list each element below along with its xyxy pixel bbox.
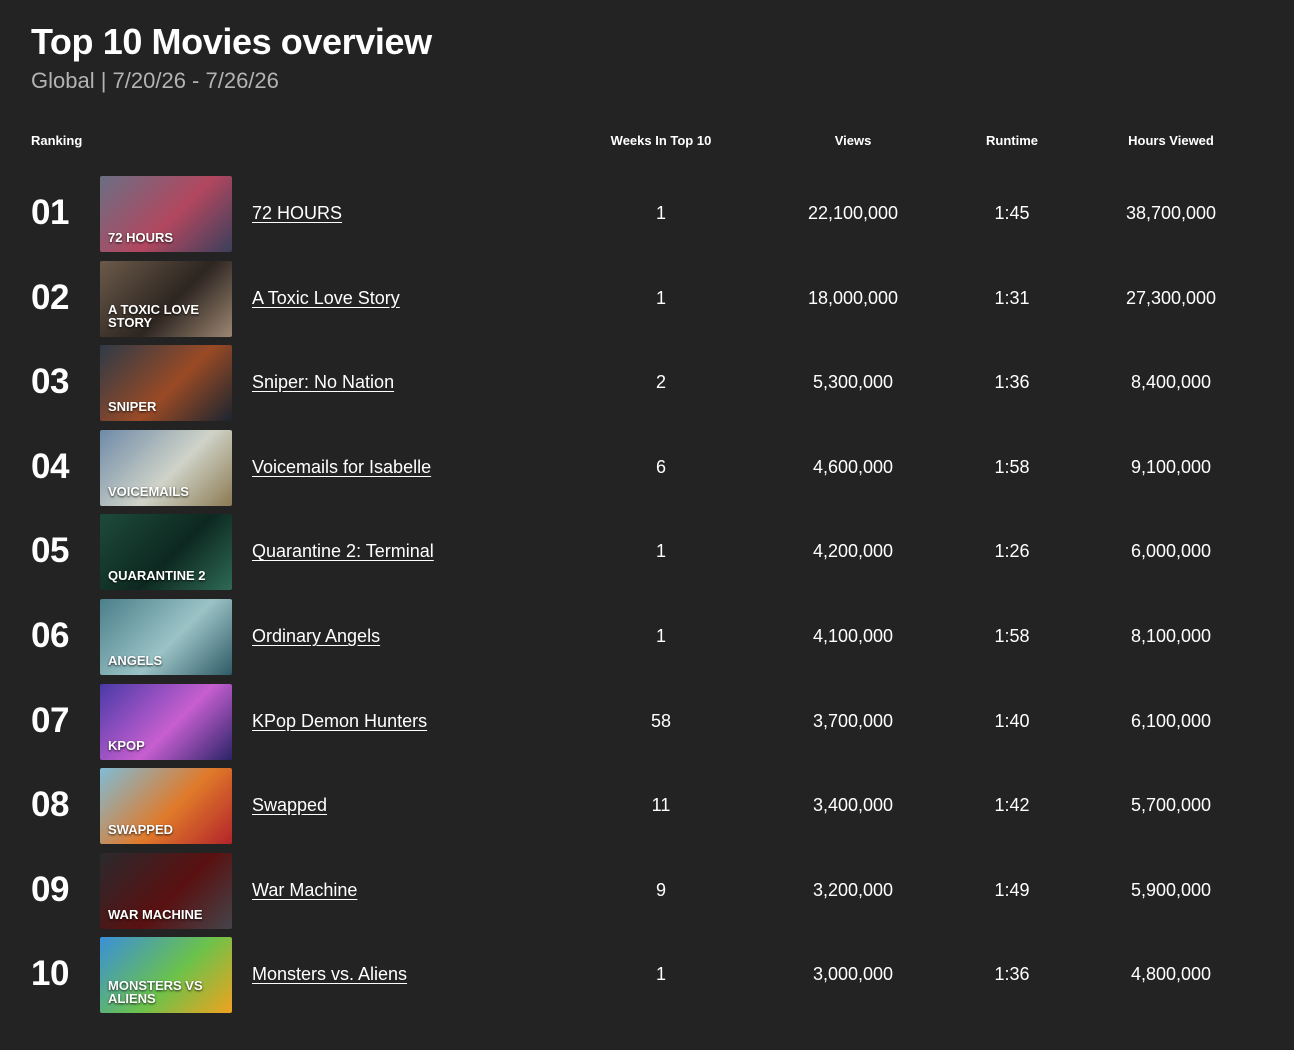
movie-title-link[interactable]: KPop Demon Hunters — [252, 711, 427, 732]
thumbnail-logo: ANGELS — [108, 653, 163, 668]
page-subtitle: Global | 7/20/26 - 7/26/26 — [31, 68, 279, 93]
rank-number: 02 — [31, 277, 69, 317]
views-count: 5,300,000 — [812, 372, 894, 393]
runtime: 1:49 — [994, 879, 1030, 900]
rank-number: 08 — [31, 785, 69, 825]
hours-viewed: 8,100,000 — [1130, 626, 1212, 646]
page-header: Top 10 Movies overview Global | 7/20/26 … — [31, 22, 1271, 94]
thumbnail-logo: SWAPPED — [108, 822, 174, 838]
weeks-in-top10: 1 — [655, 964, 666, 985]
movie-thumbnail[interactable]: VOICEMAILS — [100, 429, 232, 506]
movie-title-link[interactable]: Ordinary Angels — [252, 626, 380, 647]
column-header-views: Views — [834, 133, 872, 148]
thumbnail-logo: SNIPER — [108, 399, 157, 415]
thumbnail-logo: A TOXIC LOVE STORY — [108, 301, 200, 330]
weeks-in-top10: 1 — [655, 203, 666, 223]
thumbnail-logo: MONSTERS VS ALIENS — [108, 978, 203, 1007]
thumbnail-logo: VOICEMAILS — [108, 483, 189, 499]
rank-number: 05 — [31, 531, 69, 571]
weeks-in-top10: 11 — [651, 795, 671, 816]
table-row: 05 QUARANTINE 2 Quarantine 2: Terminal 1… — [0, 514, 1294, 591]
views-count: 4,100,000 — [812, 626, 894, 646]
movie-title-link[interactable]: Monsters vs. Aliens — [252, 964, 407, 985]
table-row: 09 WAR MACHINE War Machine 9 3,200,000 1… — [0, 852, 1294, 929]
table-row: 03 SNIPER Sniper: No Nation 2 5,300,000 … — [0, 345, 1294, 422]
views-count: 3,200,000 — [812, 879, 894, 900]
runtime: 1:42 — [994, 795, 1030, 816]
weeks-in-top10: 58 — [650, 710, 672, 731]
thumbnail-logo: QUARANTINE 2 — [108, 568, 206, 584]
rank-number: 04 — [31, 446, 69, 486]
hours-viewed: 8,400,000 — [1130, 372, 1212, 393]
weeks-in-top10: 6 — [655, 456, 666, 477]
thumbnail-logo: KPOP — [108, 737, 145, 753]
hours-viewed: 38,700,000 — [1125, 203, 1217, 223]
movie-title-link[interactable]: 72 HOURS — [252, 203, 342, 224]
column-header-runtime: Runtime — [986, 133, 1038, 148]
runtime: 1:36 — [994, 964, 1030, 985]
table-row: 01 72 HOURS 72 HOURS 1 22,100,000 1:45 3… — [0, 176, 1294, 252]
rank-number: 07 — [31, 700, 69, 740]
weeks-in-top10: 1 — [655, 541, 666, 562]
rank-number: 06 — [31, 616, 69, 655]
runtime: 1:45 — [994, 203, 1030, 223]
rank-number: 03 — [31, 362, 69, 402]
movie-thumbnail[interactable]: 72 HOURS — [100, 176, 232, 252]
movie-title-link[interactable]: Voicemails for Isabelle — [252, 457, 431, 478]
views-count: 4,600,000 — [812, 456, 894, 477]
movie-thumbnail[interactable]: MONSTERS VS ALIENS — [100, 937, 232, 1014]
column-header-hours: Hours Viewed — [1128, 133, 1214, 148]
movie-thumbnail[interactable]: QUARANTINE 2 — [100, 514, 232, 591]
column-header-ranking: Ranking — [31, 133, 83, 148]
movie-title-link[interactable]: Swapped — [252, 795, 327, 816]
runtime: 1:58 — [994, 456, 1030, 477]
table-row: 10 MONSTERS VS ALIENS Monsters vs. Alien… — [0, 937, 1294, 1014]
rank-number: 10 — [31, 954, 69, 994]
thumbnail-logo: WAR MACHINE — [108, 906, 203, 922]
rank-number: 01 — [31, 193, 69, 232]
movie-thumbnail[interactable]: WAR MACHINE — [100, 852, 232, 929]
movie-thumbnail[interactable]: A TOXIC LOVE STORY — [100, 260, 232, 337]
hours-viewed: 27,300,000 — [1125, 287, 1217, 308]
table-row: 07 KPOP KPop Demon Hunters 58 3,700,000 … — [0, 683, 1294, 760]
hours-viewed: 5,900,000 — [1130, 879, 1212, 900]
views-count: 3,000,000 — [812, 964, 894, 985]
views-count: 4,200,000 — [812, 541, 894, 562]
weeks-in-top10: 1 — [655, 287, 666, 308]
runtime: 1:36 — [994, 372, 1030, 393]
movie-title-link[interactable]: Quarantine 2: Terminal — [252, 541, 434, 562]
runtime: 1:26 — [994, 541, 1030, 562]
table-row: 04 VOICEMAILS Voicemails for Isabelle 6 … — [0, 429, 1294, 506]
weeks-in-top10: 9 — [655, 879, 666, 900]
views-count: 22,100,000 — [807, 203, 899, 223]
movie-thumbnail[interactable]: KPOP — [100, 683, 232, 760]
rank-number: 09 — [31, 869, 69, 909]
movie-title-link[interactable]: War Machine — [252, 880, 357, 901]
table-row: 06 ANGELS Ordinary Angels 1 4,100,000 1:… — [0, 599, 1294, 675]
movie-thumbnail[interactable]: SNIPER — [100, 345, 232, 422]
movie-thumbnail[interactable]: SWAPPED — [100, 768, 232, 845]
table-row: 02 A TOXIC LOVE STORY A Toxic Love Story… — [0, 260, 1294, 337]
thumbnail-logo: 72 HOURS — [108, 230, 174, 245]
hours-viewed: 6,100,000 — [1130, 710, 1212, 731]
table-row: 08 SWAPPED Swapped 11 3,400,000 1:42 5,7… — [0, 768, 1294, 845]
views-count: 18,000,000 — [807, 287, 899, 308]
runtime: 1:31 — [994, 287, 1030, 308]
movie-title-link[interactable]: A Toxic Love Story — [252, 288, 400, 309]
views-count: 3,700,000 — [812, 710, 894, 731]
weeks-in-top10: 2 — [655, 372, 666, 393]
movie-thumbnail[interactable]: ANGELS — [100, 599, 232, 675]
hours-viewed: 9,100,000 — [1130, 456, 1212, 477]
movie-title-link[interactable]: Sniper: No Nation — [252, 372, 394, 393]
runtime: 1:58 — [994, 626, 1030, 646]
weeks-in-top10: 1 — [655, 626, 666, 646]
page-title: Top 10 Movies overview — [31, 21, 432, 62]
hours-viewed: 5,700,000 — [1130, 795, 1212, 816]
runtime: 1:40 — [994, 710, 1030, 731]
hours-viewed: 6,000,000 — [1130, 541, 1212, 562]
hours-viewed: 4,800,000 — [1130, 964, 1212, 985]
views-count: 3,400,000 — [812, 795, 894, 816]
column-header-weeks: Weeks In Top 10 — [610, 133, 712, 148]
